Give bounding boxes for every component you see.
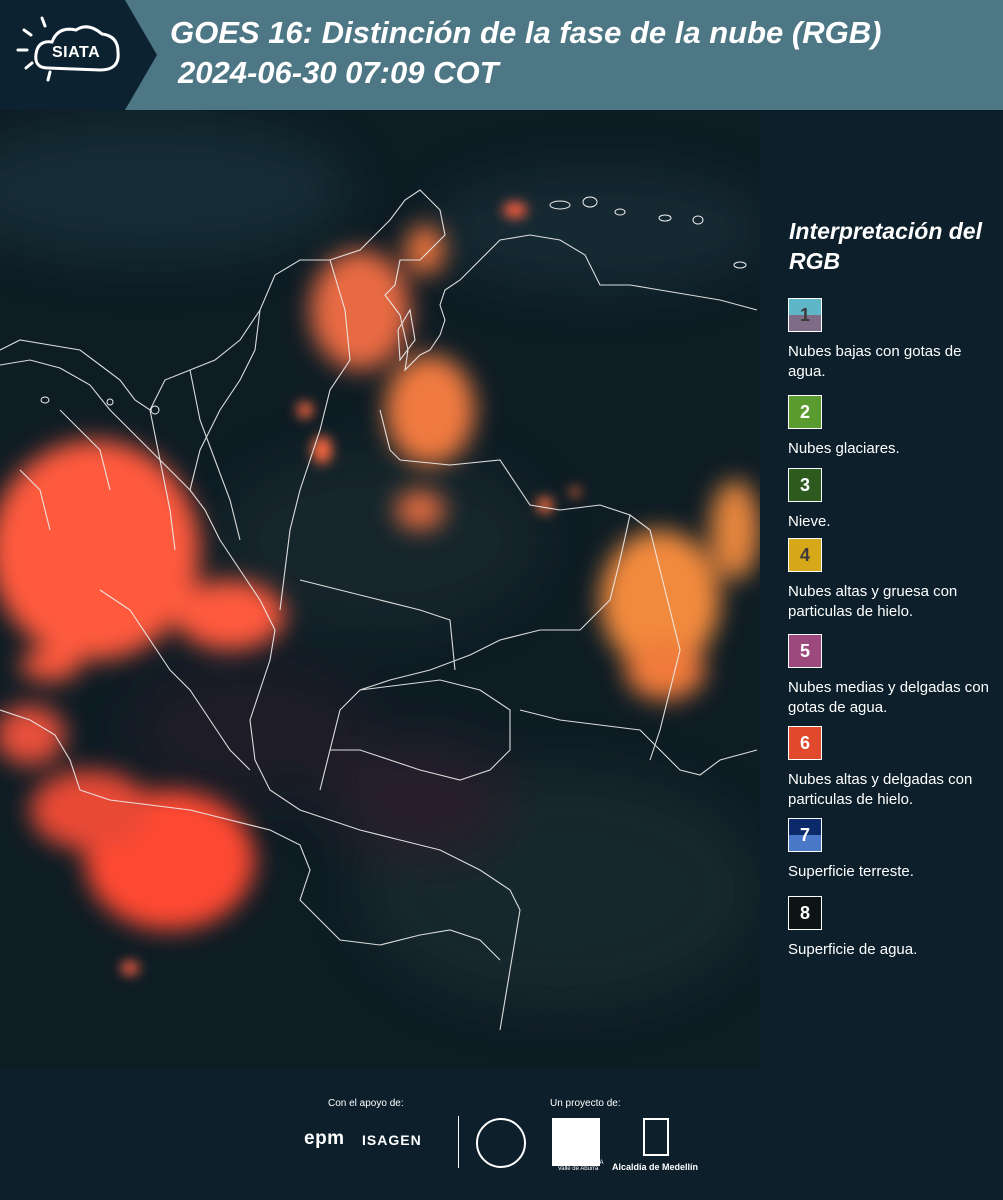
legend-item-3: 3 Nieve. [788,468,1000,532]
page-title: GOES 16: Distinción de la fase de la nub… [170,15,882,50]
legend-label-2: Nubes glaciares. [788,440,900,457]
legend-label-6: Nubes altas y delgadas con particulas de… [788,771,973,808]
footer-divider [458,1116,459,1168]
legend-panel: Interpretación del RGB 1 Nubes bajas con… [760,110,1003,1070]
legend-label-8: Superficie de agua. [788,941,918,958]
legend-label-7: Superficie terreste. [788,863,914,880]
legend-swatch-8: 8 [788,896,822,930]
legend-item-6: 6 Nubes altas y delgadas con particulas … [788,726,1000,810]
satellite-map [0,110,760,1070]
legend-label-1: Nubes bajas con gotas de agua. [788,343,962,380]
support-label: Con el apoyo de: [328,1098,404,1109]
epm-logo: epm [304,1128,345,1149]
legend-swatch-4: 4 [788,538,822,572]
siata-logo-text: SIATA [52,44,101,61]
area-metropolitana-logo-icon [552,1118,600,1166]
legend-swatch-5: 5 [788,634,822,668]
legend-swatch-2: 2 [788,395,822,429]
project-label: Un proyecto de: [550,1098,621,1109]
footer-bar: Con el apoyo de: Un proyecto de: epm ISA… [0,1070,1003,1200]
legend-item-1: 1 Nubes bajas con gotas de agua. [788,298,1000,382]
legend-item-2: 2 Nubes glaciares. [788,395,1000,459]
alcaldia-shield-icon [643,1118,669,1156]
legend-item-4: 4 Nubes altas y gruesa con particulas de… [788,538,1000,622]
legend-swatch-7: 7 [788,818,822,852]
legend-swatch-6: 6 [788,726,822,760]
legend-item-7: 7 Superficie terreste. [788,818,1000,882]
legend-label-5: Nubes medias y delgadas con gotas de agu… [788,679,989,716]
legend-label-4: Nubes altas y gruesa con particulas de h… [788,583,958,620]
isagen-logo: ISAGEN [362,1132,422,1148]
legend-item-5: 5 Nubes medias y delgadas con gotas de a… [788,634,1000,718]
legend-label-3: Nieve. [788,513,831,530]
legend-title: Interpretación del RGB [789,218,982,274]
legend-item-8: 8 Superficie de agua. [788,896,1000,960]
page-timestamp: 2024-06-30 07:09 COT [178,55,499,90]
siata-logo: SIATA [0,0,160,110]
legend-swatch-3: 3 [788,468,822,502]
alcaldia-medellin-label: Alcaldía de Medellín [612,1162,699,1172]
header-bar: SIATA GOES 16: Distinción de la fase de … [0,0,1003,110]
legend-swatch-1: 1 [788,298,822,332]
university-seal-icon [476,1118,526,1168]
area-metropolitana-caption: METROPOLITANA Valle de Aburrá [552,1160,604,1172]
